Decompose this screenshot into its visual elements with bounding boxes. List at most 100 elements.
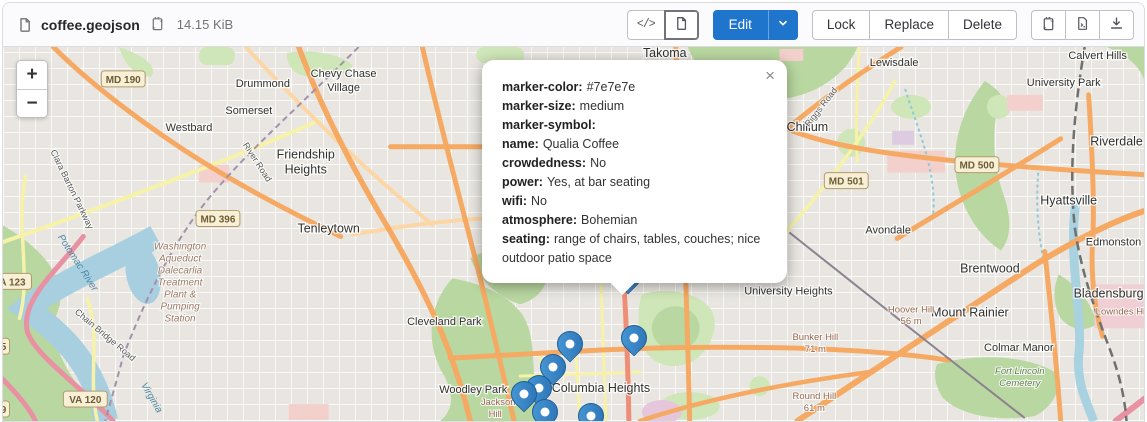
edit-dropdown-button[interactable]: [768, 10, 798, 40]
popup-field-value: No: [531, 194, 547, 208]
replace-button[interactable]: Replace: [869, 10, 949, 40]
label-riverdale: Riverdale: [1090, 135, 1143, 149]
code-icon: </>: [637, 18, 655, 31]
popup-field-label: marker-symbol:: [502, 118, 596, 132]
zoom-out-button[interactable]: −: [17, 89, 47, 117]
download-button[interactable]: [1099, 10, 1134, 40]
label-takoma: Takoma: [643, 47, 687, 60]
label-cleveland-park: Cleveland Park: [407, 316, 482, 328]
copy-file-path-button[interactable]: [148, 14, 167, 36]
label-chevy-chase: Chevy Chase: [311, 68, 377, 80]
label-aqueduct-7: Station: [165, 313, 196, 324]
clipboard-copy-icon: [1041, 16, 1056, 34]
label-university-park: University Park: [1027, 77, 1101, 89]
delete-button[interactable]: Delete: [948, 10, 1017, 40]
label-columbia-heights: Columbia Heights: [552, 381, 650, 395]
rendered-view-button[interactable]: [664, 10, 699, 40]
popup-field-value: Qualia Coffee: [543, 137, 619, 151]
popup-field-value: Bohemian: [581, 213, 637, 227]
shield-va120: VA 120: [69, 395, 102, 406]
source-view-button[interactable]: </>: [627, 10, 665, 40]
label-lowndes-hill: Lowndes Hill: [1096, 306, 1144, 317]
label-brentwood: Brentwood: [960, 261, 1020, 275]
lock-button[interactable]: Lock: [812, 10, 871, 40]
label-drummond: Drummond: [236, 78, 290, 90]
popup-field-value: medium: [580, 99, 624, 113]
geojson-map[interactable]: MD 190 MD 396 MD 500 MD 501 VA 123 VA 12…: [3, 47, 1144, 421]
chevron-down-icon: [777, 17, 789, 32]
popup-field-label: name:: [502, 137, 539, 151]
file-icon: [17, 17, 33, 33]
label-bladensburg: Bladensburg: [1074, 286, 1144, 300]
shield-va123: VA 123: [3, 277, 26, 288]
label-calvert-hills: Calvert Hills: [1068, 50, 1127, 62]
label-somerset: Somerset: [225, 105, 272, 117]
shield-partial-5: 5: [3, 342, 7, 353]
label-woodley-park: Woodley Park: [439, 384, 508, 396]
edit-button[interactable]: Edit: [713, 10, 768, 40]
label-aqueduct-2: Aqueduct: [158, 253, 202, 264]
open-raw-button[interactable]: [1065, 10, 1100, 40]
shield-md500: MD 500: [959, 161, 994, 172]
label-bunker-hill: Bunker Hill: [792, 332, 838, 343]
label-jackson-hill: Jackson: [481, 397, 516, 408]
file-title-area: coffee.geojson 14.15 KiB: [17, 14, 233, 36]
popup-field: marker-size: medium: [502, 97, 763, 116]
label-aqueduct-4: Treatment: [158, 277, 204, 288]
popup-field-label: crowdedness:: [502, 156, 586, 170]
shield-md190: MD 190: [106, 75, 141, 86]
popup-field-label: marker-size:: [502, 99, 576, 113]
file-code-icon: [1075, 16, 1090, 34]
file-header: coffee.geojson 14.15 KiB </> Edit: [3, 3, 1144, 47]
popup-field-label: wifi:: [502, 194, 527, 208]
popup-close-button[interactable]: ×: [763, 65, 777, 86]
popup-field: power: Yes, at bar seating: [502, 173, 763, 192]
label-aqueduct-1: Washington: [154, 241, 207, 252]
popup-field-label: seating:: [502, 232, 550, 246]
popup-field: seating:range of chairs, tables, couches…: [502, 230, 763, 268]
copy-contents-button[interactable]: [1031, 10, 1066, 40]
popup-field-label: power:: [502, 175, 543, 189]
popup-field-value: Yes, at bar seating: [547, 175, 650, 189]
label-bunker-hill-elev: 71 m: [805, 344, 826, 355]
label-tenleytown: Tenleytown: [297, 222, 359, 236]
label-hoover-hill: Hoover Hill: [888, 304, 934, 315]
shield-partial-9: 9: [3, 405, 7, 416]
label-fort-lincoln-2: Cemetery: [999, 378, 1041, 389]
label-hyattsville: Hyattsville: [1040, 194, 1097, 208]
label-chevy-chase-2: Village: [327, 82, 360, 94]
label-aqueduct-3: Dalecarlia: [158, 265, 203, 276]
popup-field-label: marker-color:: [502, 80, 583, 94]
label-friendship-2: Heights: [285, 163, 327, 177]
edit-split-button: Edit: [713, 10, 798, 40]
zoom-in-button[interactable]: +: [17, 61, 47, 89]
label-jackson-hill-2: Hill: [489, 409, 502, 420]
label-fort-lincoln: Fort Lincoln: [995, 366, 1044, 377]
label-lewisdale: Lewisdale: [870, 57, 919, 69]
file-manage-group: Lock Replace Delete: [812, 10, 1017, 40]
label-edmonston: Edmonston: [1086, 236, 1142, 248]
label-aqueduct-5: Plant &: [164, 289, 196, 300]
label-friendship: Friendship: [277, 148, 335, 162]
popup-field-label: atmosphere:: [502, 213, 577, 227]
label-round-hill-elev: 61 m: [804, 403, 825, 414]
file-size: 14.15 KiB: [177, 17, 233, 32]
popup-field-value: #7e7e7e: [587, 80, 636, 94]
download-icon: [1109, 16, 1124, 34]
popup-field: marker-symbol:: [502, 116, 763, 135]
file-viewer: coffee.geojson 14.15 KiB </> Edit: [2, 2, 1145, 422]
document-icon: [674, 16, 689, 34]
label-westbard: Westbard: [166, 122, 213, 134]
label-round-hill: Round Hill: [793, 391, 837, 402]
popup-field: marker-color: #7e7e7e: [502, 78, 763, 97]
label-aqueduct-6: Pumping: [160, 301, 200, 312]
label-mount-rainier: Mount Rainier: [931, 305, 1009, 319]
file-name: coffee.geojson: [41, 17, 140, 33]
label-virginia: Virginia: [138, 381, 164, 416]
feature-popup: × marker-color: #7e7e7e marker-size: mediu…: [482, 60, 787, 283]
label-university-heights: University Heights: [744, 285, 833, 297]
popup-field: name: Qualia Coffee: [502, 135, 763, 154]
popup-field-value: No: [590, 156, 606, 170]
shield-md501: MD 501: [829, 177, 864, 188]
label-colmar-manor: Colmar Manor: [984, 342, 1054, 354]
